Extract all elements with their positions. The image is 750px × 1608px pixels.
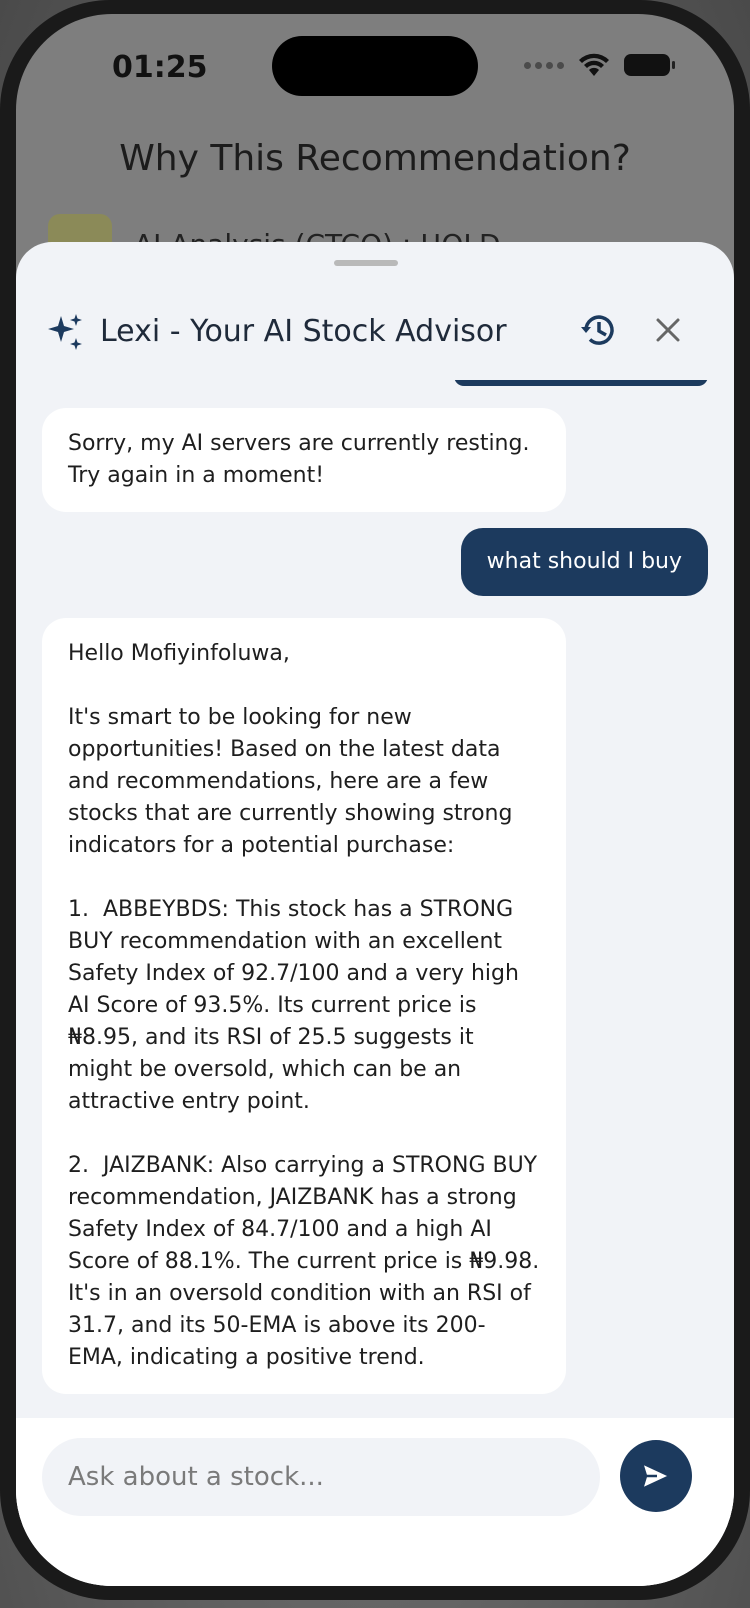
background-page-title: Why This Recommendation? bbox=[119, 138, 631, 179]
message-composer bbox=[16, 1418, 734, 1586]
screen: 01:25 Why This Recommendation? AI Analys… bbox=[16, 14, 734, 1586]
user-message-text: what should I buy bbox=[486, 549, 682, 574]
phone-frame: 01:25 Why This Recommendation? AI Analys… bbox=[0, 0, 750, 1600]
status-time: 01:25 bbox=[112, 50, 208, 85]
previous-user-message bbox=[454, 380, 708, 386]
wifi-icon bbox=[579, 53, 609, 76]
battery-icon bbox=[624, 54, 675, 76]
sheet-drag-handle[interactable] bbox=[334, 260, 398, 266]
sheet-title: Lexi - Your AI Stock Advisor bbox=[100, 314, 507, 349]
device-backdrop: 01:25 Why This Recommendation? AI Analys… bbox=[0, 0, 750, 1608]
message-input[interactable] bbox=[42, 1438, 600, 1516]
dynamic-island bbox=[272, 36, 478, 96]
sheet-header: Lexi - Your AI Stock Advisor bbox=[16, 296, 734, 366]
send-button[interactable] bbox=[620, 1440, 692, 1512]
assistant-message: Sorry, my AI servers are currently resti… bbox=[42, 408, 566, 512]
signal-dots-icon bbox=[524, 61, 564, 69]
sparkle-icon bbox=[48, 314, 82, 350]
assistant-message: Hello Mofiyinfoluwa, It's smart to be lo… bbox=[42, 618, 566, 1394]
user-message: what should I buy bbox=[460, 528, 708, 596]
status-icons bbox=[524, 52, 675, 78]
assistant-message-text: Hello Mofiyinfoluwa, It's smart to be lo… bbox=[68, 641, 540, 1370]
ai-advisor-sheet: Lexi - Your AI Stock Advisor Sorry, my A… bbox=[16, 242, 734, 1586]
send-icon bbox=[640, 1461, 672, 1491]
close-icon[interactable] bbox=[648, 310, 688, 350]
assistant-message-text: Sorry, my AI servers are currently resti… bbox=[68, 431, 537, 488]
chat-messages[interactable]: Sorry, my AI servers are currently resti… bbox=[16, 380, 734, 1430]
history-icon[interactable] bbox=[578, 310, 618, 350]
